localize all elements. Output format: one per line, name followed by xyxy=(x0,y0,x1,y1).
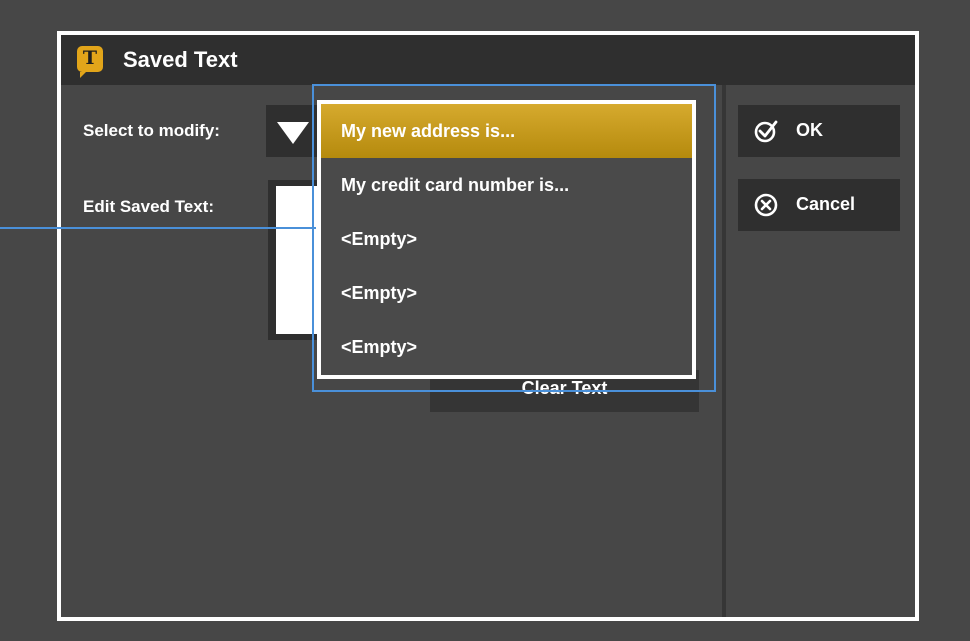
speech-bubble-t-icon: T xyxy=(77,46,103,78)
ok-button[interactable]: OK xyxy=(738,105,900,157)
close-circle-icon xyxy=(754,193,778,217)
dropdown-option[interactable]: <Empty> xyxy=(321,320,692,374)
dialog-title: Saved Text xyxy=(123,47,238,72)
dropdown-option[interactable]: <Empty> xyxy=(321,212,692,266)
dropdown-option[interactable]: <Empty> xyxy=(321,266,692,320)
app-icon-letter: T xyxy=(82,47,98,69)
side-divider xyxy=(722,85,726,617)
dropdown-option[interactable]: My new address is... xyxy=(321,104,692,158)
edit-saved-text-label: Edit Saved Text: xyxy=(83,197,214,216)
title-bar: T Saved Text xyxy=(61,35,915,85)
dropdown-option[interactable]: My credit card number is... xyxy=(321,158,692,212)
cancel-label: Cancel xyxy=(796,194,856,214)
saved-text-dropdown-list[interactable]: My new address is... My credit card numb… xyxy=(317,100,696,379)
edit-saved-text-field[interactable] xyxy=(268,180,318,340)
saved-text-select[interactable] xyxy=(266,105,318,157)
dropdown-arrow-icon xyxy=(277,122,309,144)
cancel-button[interactable]: Cancel xyxy=(738,179,900,231)
ok-label: OK xyxy=(796,120,823,140)
check-circle-icon xyxy=(754,120,778,143)
select-to-modify-label: Select to modify: xyxy=(83,121,220,140)
callout-line xyxy=(0,227,316,229)
